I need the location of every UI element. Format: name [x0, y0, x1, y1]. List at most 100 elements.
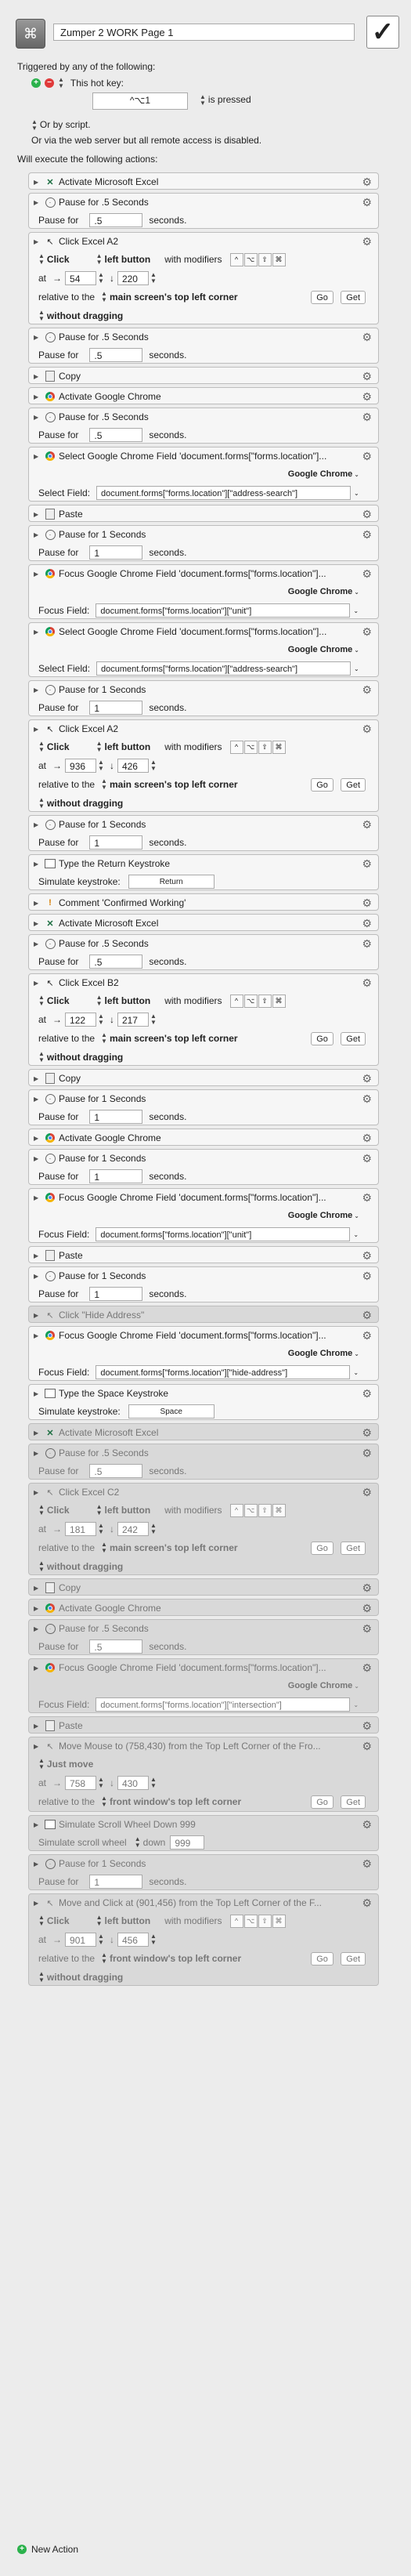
action-block[interactable]: ▶ Copy ⚙ — [28, 1578, 379, 1596]
get-button[interactable]: Get — [341, 1541, 366, 1555]
chevron-updown-icon[interactable]: ▲▼ — [38, 310, 45, 322]
relative-anchor-select[interactable]: main screen's top left corner — [110, 779, 238, 790]
modifier-key-toggle[interactable]: ^ — [229, 1503, 243, 1517]
chevron-updown-icon[interactable]: ▲▼ — [38, 1560, 45, 1573]
disclosure-triangle-icon[interactable]: ▶ — [34, 1429, 41, 1437]
gear-icon[interactable]: ⚙ — [362, 1857, 372, 1871]
disclosure-triangle-icon[interactable]: ▶ — [34, 821, 41, 828]
modifier-key-toggle[interactable]: ^ — [229, 1914, 243, 1928]
chevron-updown-icon[interactable]: ▲▼ — [150, 1523, 157, 1535]
action-title-row[interactable]: ▶ · Pause for 1 Seconds — [29, 816, 378, 833]
relative-anchor-select[interactable]: main screen's top left corner — [110, 1033, 238, 1044]
gear-icon[interactable]: ⚙ — [362, 1072, 372, 1085]
gear-icon[interactable]: ⚙ — [362, 976, 372, 990]
action-block[interactable]: ▶ Activate Google Chrome ⚙ — [28, 387, 379, 404]
disclosure-triangle-icon[interactable]: ▶ — [34, 1312, 41, 1319]
action-title-row[interactable]: ▶ · Pause for 1 Seconds — [29, 681, 378, 698]
chevron-down-icon[interactable]: ⌄ — [353, 1701, 359, 1708]
mouse-button-select[interactable]: left button — [105, 1915, 151, 1926]
gear-icon[interactable]: ⚙ — [362, 176, 372, 189]
chevron-updown-icon[interactable]: ▲▼ — [38, 253, 45, 266]
chevron-updown-icon[interactable]: ▲▼ — [150, 759, 157, 772]
disclosure-triangle-icon[interactable]: ▶ — [34, 531, 41, 538]
pause-duration-field[interactable]: .5 — [89, 1639, 143, 1654]
disclosure-triangle-icon[interactable]: ▶ — [34, 726, 41, 733]
gear-icon[interactable]: ⚙ — [362, 1897, 372, 1910]
disclosure-triangle-icon[interactable]: ▶ — [34, 1450, 41, 1457]
action-block[interactable]: ▶ · Pause for 1 Seconds ⚙ Pause for 1 seconds. — [28, 1149, 379, 1185]
modifier-key-toggle[interactable]: ⇧ — [258, 994, 272, 1008]
action-block[interactable]: ▶ Paste ⚙ — [28, 1716, 379, 1734]
action-title-row[interactable]: ▶ Activate Google Chrome — [29, 388, 378, 405]
modifier-key-toggle[interactable]: ⌥ — [243, 252, 258, 266]
field-path-input[interactable]: document.forms["forms.location"]["addres… — [96, 486, 352, 500]
gear-icon[interactable]: ⚙ — [362, 1249, 372, 1263]
mouse-button-select[interactable]: left button — [105, 741, 151, 752]
macro-name-field[interactable]: Zumper 2 WORK Page 1 — [53, 24, 355, 41]
go-button[interactable]: Go — [311, 290, 333, 304]
modifier-key-toggle[interactable]: ⌥ — [243, 994, 258, 1008]
modifier-key-toggle[interactable]: ⇧ — [258, 1503, 272, 1517]
action-title-row[interactable]: ▶! Comment 'Confirmed Working' — [29, 894, 378, 911]
chevron-updown-icon[interactable]: ▲▼ — [38, 741, 45, 753]
modifier-key-toggle[interactable]: ⌘ — [272, 740, 286, 754]
action-title-row[interactable]: ▶ ↖ Click "Hide Address" — [29, 1306, 378, 1324]
chevron-updown-icon[interactable]: ▲▼ — [101, 1952, 107, 1965]
drag-mode-select[interactable]: without dragging — [47, 310, 123, 321]
action-block[interactable]: ▶ ✕ Activate Microsoft Excel ⚙ — [28, 1423, 379, 1440]
modifier-key-toggle[interactable]: ⇧ — [258, 252, 272, 266]
field-path-input[interactable]: document.forms["forms.location"]["inters… — [96, 1697, 351, 1712]
action-block[interactable]: ▶ ↖ Click "Hide Address" ⚙ — [28, 1306, 379, 1323]
action-title-row[interactable]: ▶ Activate Google Chrome — [29, 1600, 378, 1617]
gear-icon[interactable]: ⚙ — [362, 1191, 372, 1205]
chevron-updown-icon[interactable]: ▲▼ — [101, 1795, 107, 1808]
gear-icon[interactable]: ⚙ — [362, 1581, 372, 1595]
disclosure-triangle-icon[interactable]: ▶ — [34, 414, 41, 421]
gear-icon[interactable]: ⚙ — [362, 508, 372, 521]
disclosure-triangle-icon[interactable]: ▶ — [34, 920, 41, 927]
chevron-updown-icon[interactable]: ▲▼ — [96, 995, 103, 1007]
y-coordinate-field[interactable]: 217 — [117, 1013, 149, 1027]
action-block[interactable]: ▶ Select Google Chrome Field 'document.fo… — [28, 622, 379, 677]
drag-mode-select[interactable]: without dragging — [47, 1052, 123, 1063]
action-title-row[interactable]: ▶ · Pause for 1 Seconds — [29, 1855, 378, 1872]
action-title-row[interactable]: ▶ Paste — [29, 1717, 378, 1734]
action-block[interactable]: ▶ Copy ⚙ — [28, 1069, 379, 1086]
field-path-input[interactable]: document.forms["forms.location"]["unit"] — [96, 1227, 351, 1241]
action-block[interactable]: ▶ Focus Google Chrome Field 'document.for… — [28, 1188, 379, 1243]
click-mode-select[interactable]: Click — [47, 254, 70, 265]
x-coordinate-field[interactable]: 122 — [65, 1013, 97, 1027]
gear-icon[interactable]: ⚙ — [362, 1447, 372, 1460]
action-block[interactable]: ▶ Type the Space Keystroke ⚙ Simulate keyst… — [28, 1384, 379, 1420]
gear-icon[interactable]: ⚙ — [362, 1387, 372, 1400]
action-title-row[interactable]: ▶ Focus Google Chrome Field 'document.for… — [29, 1327, 378, 1344]
action-title-row[interactable]: ▶ Paste — [29, 1247, 378, 1264]
remove-trigger-icon[interactable]: − — [45, 78, 54, 88]
gear-icon[interactable]: ⚙ — [362, 723, 372, 736]
chevron-updown-icon[interactable]: ▲▼ — [96, 1915, 103, 1927]
disclosure-triangle-icon[interactable]: ▶ — [34, 453, 41, 460]
action-title-row[interactable]: ▶ Activate Google Chrome — [29, 1129, 378, 1147]
chevron-updown-icon[interactable]: ▲▼ — [101, 291, 107, 303]
action-title-row[interactable]: ▶ ✕ Activate Microsoft Excel — [29, 915, 378, 932]
action-title-row[interactable]: ▶ ↖ Click Excel C2 — [29, 1484, 378, 1501]
disclosure-triangle-icon[interactable]: ▶ — [34, 1821, 41, 1828]
action-block[interactable]: ▶ Paste ⚙ — [28, 505, 379, 522]
chevron-down-icon[interactable]: ⌄ — [354, 665, 359, 672]
modifier-key-toggle[interactable]: ⌘ — [272, 994, 286, 1008]
disclosure-triangle-icon[interactable]: ▶ — [34, 179, 41, 186]
disclosure-triangle-icon[interactable]: ▶ — [34, 1489, 41, 1496]
click-mode-select[interactable]: Click — [47, 1915, 70, 1926]
y-coordinate-field[interactable]: 456 — [117, 1933, 149, 1947]
go-button[interactable]: Go — [311, 1541, 333, 1555]
disclosure-triangle-icon[interactable]: ▶ — [34, 1273, 41, 1280]
gear-icon[interactable]: ⚙ — [362, 937, 372, 951]
pause-duration-field[interactable]: .5 — [89, 348, 143, 362]
action-block[interactable]: ▶ ↖ Click Excel B2 ⚙ ▲ ▼ Click ▲ ▼ left button wit… — [28, 973, 379, 1066]
y-coordinate-field[interactable]: 426 — [117, 759, 149, 773]
browser-select[interactable]: Google Chrome — [288, 645, 353, 654]
action-block[interactable]: ▶ · Pause for .5 Seconds ⚙ Pause for .5 second… — [28, 1444, 379, 1480]
go-button[interactable]: Go — [311, 1031, 333, 1045]
modifier-key-toggle[interactable]: ⌥ — [243, 1503, 258, 1517]
chevron-updown-icon[interactable]: ▲▼ — [101, 1542, 107, 1554]
